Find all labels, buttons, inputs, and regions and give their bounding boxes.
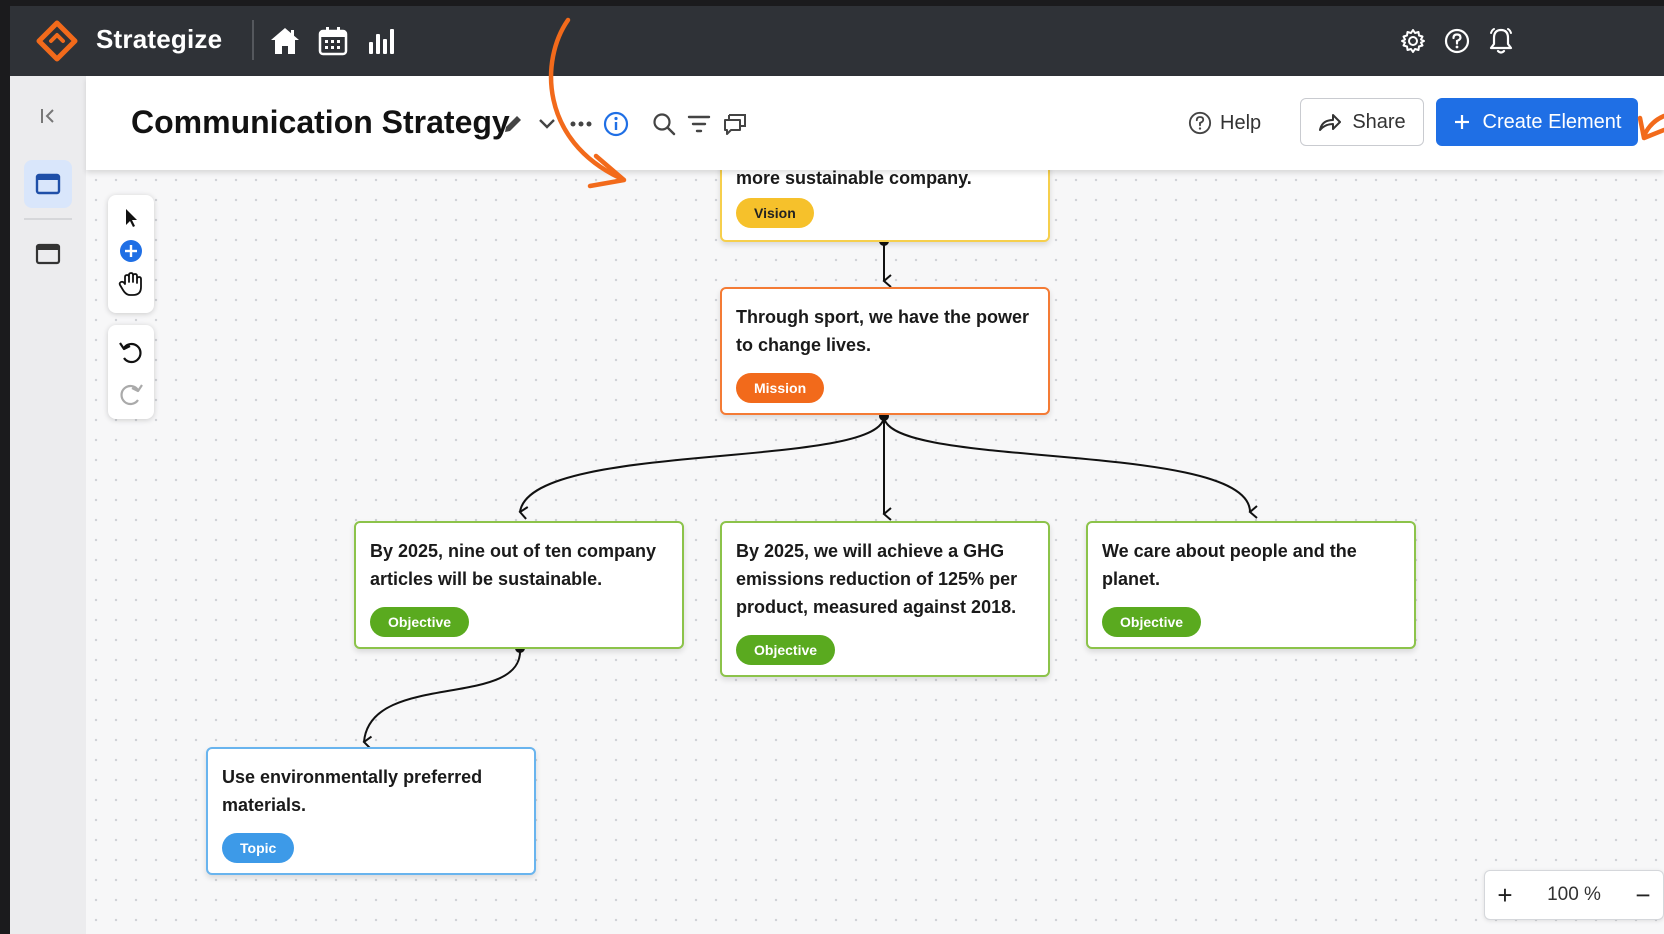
objective-card-text: We care about people and the planet. (1102, 541, 1357, 589)
edit-pencil-icon[interactable] (498, 109, 528, 139)
collapse-sidebar-button[interactable] (24, 92, 72, 140)
info-icon[interactable] (601, 109, 631, 139)
topic-card-text: Use environmentally preferred materials. (222, 767, 483, 815)
help-icon[interactable] (1442, 26, 1472, 56)
topic-tag: Topic (222, 833, 295, 863)
history-palette (108, 325, 154, 419)
left-rail (10, 76, 86, 934)
help-button[interactable]: Help (1188, 102, 1261, 144)
objective-tag: Objective (736, 635, 836, 665)
objective-card[interactable]: We care about people and the planet. Obj… (1086, 521, 1416, 649)
share-button[interactable]: Share (1300, 98, 1424, 146)
more-icon[interactable] (566, 109, 596, 139)
calendar-icon[interactable] (316, 24, 350, 58)
vision-tag: Vision (736, 198, 814, 228)
appbar-divider (252, 20, 254, 60)
zoom-in-button[interactable]: + (1485, 875, 1525, 915)
strategize-logo-icon[interactable] (36, 20, 78, 62)
settings-icon[interactable] (1398, 26, 1428, 56)
help-label: Help (1220, 111, 1262, 134)
hand-icon[interactable] (116, 269, 146, 299)
objective-card[interactable]: By 2025, we will achieve a GHG emissions… (720, 521, 1050, 677)
help-circle-icon (1188, 111, 1212, 135)
view-board-button[interactable] (24, 160, 72, 208)
mission-card-text: Through sport, we have the power to chan… (736, 307, 1030, 355)
zoom-control: + 100 % − (1484, 870, 1664, 920)
objective-tag: Objective (370, 607, 470, 637)
zoom-out-button[interactable]: − (1623, 875, 1663, 915)
plus-icon (1454, 115, 1469, 129)
tool-palette (108, 195, 154, 313)
app-window: Strategize Communication Strategy Help S… (0, 0, 1664, 934)
bar-chart-icon[interactable] (364, 24, 398, 58)
objective-card-text: By 2025, we will achieve a GHG emissions… (736, 541, 1018, 617)
objective-card-text: By 2025, nine out of ten company article… (370, 541, 657, 589)
filter-icon[interactable] (684, 109, 714, 139)
share-arrow-icon (1319, 114, 1342, 131)
chevron-down-icon[interactable] (532, 109, 562, 139)
comments-icon[interactable] (720, 109, 750, 139)
board-view-icon (35, 173, 61, 195)
zoom-level: 100 % (1547, 884, 1601, 905)
brand-name: Strategize (96, 24, 223, 54)
page-title: Communication Strategy (131, 104, 510, 140)
rail-divider (24, 218, 72, 220)
create-element-label: Create Element (1482, 110, 1622, 133)
create-element-button[interactable]: Create Element (1436, 98, 1638, 146)
redo-icon[interactable] (116, 379, 146, 409)
mission-card[interactable]: Through sport, we have the power to chan… (720, 287, 1050, 415)
add-icon[interactable] (116, 236, 146, 266)
share-label: Share (1352, 110, 1406, 133)
bell-icon[interactable] (1486, 26, 1516, 56)
topic-card[interactable]: Use environmentally preferred materials.… (206, 747, 536, 875)
objective-card[interactable]: By 2025, nine out of ten company article… (354, 521, 684, 649)
objective-tag: Objective (1102, 607, 1202, 637)
board-header: Communication Strategy Help Share Create… (86, 76, 1664, 170)
undo-icon[interactable] (116, 337, 146, 367)
view-window-button[interactable] (24, 230, 72, 278)
mission-tag: Mission (736, 373, 825, 403)
window-view-icon (35, 243, 61, 265)
search-icon[interactable] (649, 109, 679, 139)
collapse-icon (41, 109, 54, 123)
pointer-icon[interactable] (116, 203, 146, 233)
app-bar: Strategize (10, 6, 1664, 76)
home-icon[interactable] (268, 24, 302, 58)
